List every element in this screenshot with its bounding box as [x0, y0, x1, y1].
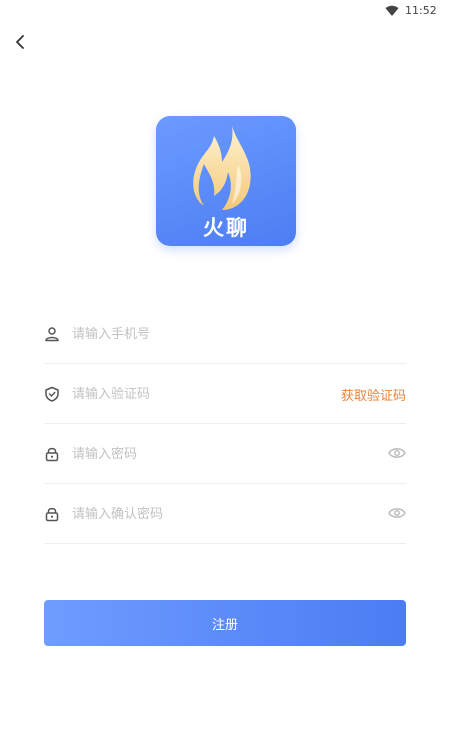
- get-code-button[interactable]: 获取验证码: [341, 385, 406, 404]
- lock-icon: [45, 447, 59, 462]
- flame-icon: [193, 126, 251, 210]
- logo-text: 火聊: [203, 215, 249, 240]
- app-logo: 火聊: [156, 116, 296, 246]
- eye-icon[interactable]: [388, 446, 406, 460]
- code-row: 获取验证码: [44, 364, 406, 424]
- status-time: 11:52: [405, 4, 437, 17]
- phone-input[interactable]: [72, 322, 312, 346]
- confirm-password-row: [44, 484, 406, 544]
- wifi-icon: [385, 5, 399, 16]
- back-button[interactable]: [8, 30, 32, 54]
- user-icon: [45, 327, 59, 342]
- code-input[interactable]: [72, 382, 312, 406]
- chevron-left-icon: [16, 35, 24, 49]
- status-bar: 11:52: [0, 0, 450, 24]
- register-button[interactable]: 注册: [44, 600, 406, 646]
- lock-icon: [45, 507, 59, 522]
- phone-row: [44, 304, 406, 364]
- confirm-password-input[interactable]: [72, 502, 312, 526]
- password-row: [44, 424, 406, 484]
- eye-icon[interactable]: [388, 506, 406, 520]
- verify-icon: [45, 386, 59, 402]
- password-input[interactable]: [72, 442, 312, 466]
